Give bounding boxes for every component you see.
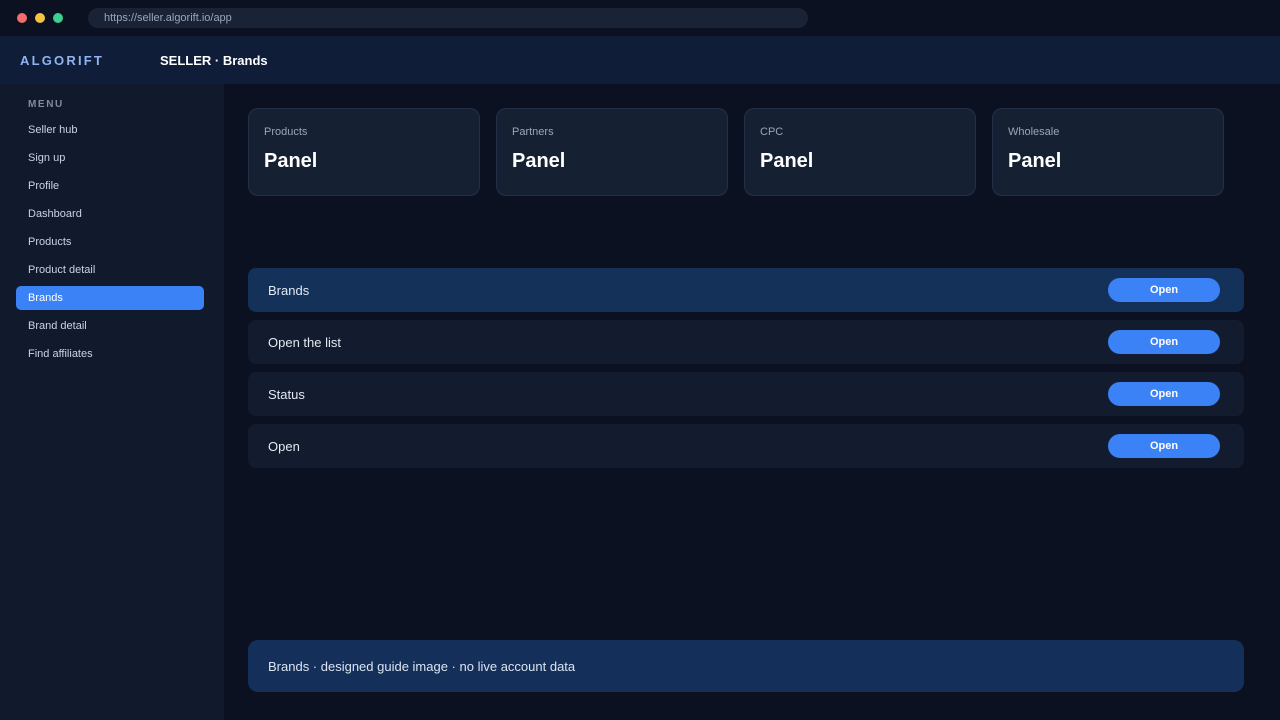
- sidebar: MENU Seller hub Sign up Profile Dashboar…: [0, 84, 224, 720]
- list-row-status[interactable]: Status Open: [248, 372, 1244, 416]
- list-row-open[interactable]: Open Open: [248, 424, 1244, 468]
- open-button[interactable]: Open: [1108, 382, 1220, 406]
- card-value: Panel: [512, 150, 566, 172]
- address-bar[interactable]: https://seller.algorift.io/app: [88, 8, 808, 28]
- close-window-icon[interactable]: [17, 13, 27, 23]
- row-label: Status: [268, 387, 305, 402]
- minimize-window-icon[interactable]: [35, 13, 45, 23]
- row-label: Open the list: [268, 335, 341, 350]
- open-button[interactable]: Open: [1108, 278, 1220, 302]
- sidebar-item-product-detail[interactable]: Product detail: [16, 258, 204, 282]
- card-value: Panel: [760, 150, 814, 172]
- card-label: Products: [264, 126, 308, 138]
- summary-card-cpc: CPC Panel: [744, 108, 976, 196]
- open-button[interactable]: Open: [1108, 434, 1220, 458]
- sidebar-item-brand-detail[interactable]: Brand detail: [16, 314, 204, 338]
- sidebar-item-brands[interactable]: Brands: [16, 286, 204, 310]
- card-label: CPC: [760, 126, 784, 138]
- summary-card-partners: Partners Panel: [496, 108, 728, 196]
- card-label: Wholesale: [1008, 126, 1060, 138]
- sidebar-item-products[interactable]: Products: [16, 230, 204, 254]
- row-label: Brands: [268, 283, 310, 298]
- sidebar-item-sign-up[interactable]: Sign up: [16, 146, 204, 170]
- footer-banner: Brands · designed guide image · no live …: [248, 640, 1244, 692]
- summary-card-wholesale: Wholesale Panel: [992, 108, 1224, 196]
- footer-text: Brands · designed guide image · no live …: [268, 659, 576, 674]
- top-bar: ALGORIFT SELLER · Brands: [0, 36, 1280, 84]
- list-row-open-the-list[interactable]: Open the list Open: [248, 320, 1244, 364]
- summary-card-products: Products Panel: [248, 108, 480, 196]
- sidebar-item-seller-hub[interactable]: Seller hub: [16, 118, 204, 142]
- sidebar-item-find-affiliates[interactable]: Find affiliates: [16, 342, 204, 366]
- app-logo[interactable]: ALGORIFT: [20, 36, 104, 86]
- row-label: Open: [268, 439, 300, 454]
- sidebar-item-dashboard[interactable]: Dashboard: [16, 202, 204, 226]
- page-title: SELLER · Brands: [160, 53, 268, 68]
- card-value: Panel: [264, 150, 318, 172]
- card-value: Panel: [1008, 150, 1062, 172]
- maximize-window-icon[interactable]: [53, 13, 63, 23]
- menu-heading: MENU: [28, 99, 64, 110]
- card-label: Partners: [512, 126, 554, 138]
- browser-chrome: https://seller.algorift.io/app: [0, 0, 1280, 36]
- sidebar-item-profile[interactable]: Profile: [16, 174, 204, 198]
- list-row-brands[interactable]: Brands Open: [248, 268, 1244, 312]
- open-button[interactable]: Open: [1108, 330, 1220, 354]
